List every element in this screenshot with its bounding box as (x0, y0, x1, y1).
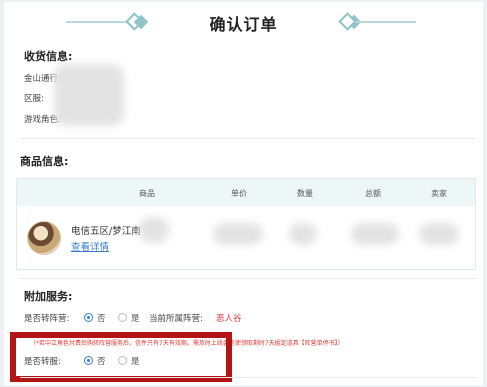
camp-transfer-note: （*若中立角色付费后购转阵营服务后，信件只有7天有效期。需及时上线会信使领取剩时… (30, 340, 344, 347)
goods-section-title: 商品信息: (20, 155, 69, 168)
divider (20, 278, 476, 279)
page-header: 确认订单 (4, 8, 483, 36)
goods-table-header: 商品 单价 数量 总额 卖家 (17, 179, 475, 206)
blurred-total (351, 223, 399, 245)
camp-transfer-yes-radio[interactable] (118, 313, 127, 322)
goods-table: 商品 单价 数量 总额 卖家 电信五区/梦江南 查看详情 (16, 178, 476, 270)
product-name: 电信五区/梦江南 (71, 226, 141, 237)
blurred-quantity (289, 223, 317, 245)
blurred-shipping-values (54, 64, 124, 126)
view-detail-link[interactable]: 查看详情 (71, 239, 109, 253)
blurred-product-extra (139, 217, 169, 243)
product-avatar (27, 221, 61, 255)
server-transfer-no-radio[interactable] (84, 356, 93, 365)
camp-transfer-yes-label[interactable]: 是 (131, 312, 140, 324)
current-camp-label: 当前所属阵营: (149, 314, 203, 324)
server-transfer-yes-radio[interactable] (118, 356, 127, 365)
blurred-seller (419, 223, 459, 245)
page-title: 确认订单 (209, 15, 278, 34)
column-header-product: 商品 (139, 189, 155, 198)
column-header-total: 总额 (365, 189, 381, 198)
server-transfer-yes-label[interactable]: 是 (131, 355, 140, 367)
divider (20, 377, 476, 378)
blurred-unit-price (213, 223, 263, 245)
column-header-quantity: 数量 (297, 189, 313, 198)
column-header-unit-price: 单价 (231, 189, 247, 198)
server-label: 区服: (24, 94, 44, 104)
camp-transfer-no-radio[interactable] (84, 313, 93, 322)
divider (20, 138, 476, 139)
camp-transfer-no-label[interactable]: 否 (97, 312, 106, 324)
server-transfer-label: 是否转服: (24, 357, 61, 367)
current-camp-value: 恶人谷 (216, 314, 242, 324)
column-header-seller: 卖家 (431, 189, 447, 198)
order-confirm-panel: 确认订单 收货信息: 金山通行证: 区服: 游戏角色: 商品信息: 商品 单价 … (4, 2, 483, 385)
server-transfer-no-label[interactable]: 否 (97, 355, 106, 367)
services-section-title: 附加服务: (24, 290, 73, 303)
header-decoration-right (356, 21, 416, 23)
camp-transfer-label: 是否转阵营: (24, 314, 70, 324)
shipping-section-title: 收货信息: (24, 50, 73, 63)
